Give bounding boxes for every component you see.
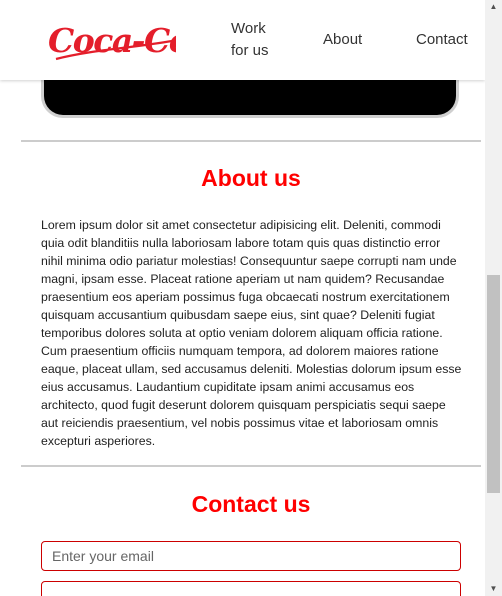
site-header: Coca-Cola Work for us About Contact: [0, 0, 485, 80]
contact-title: Contact us: [191, 491, 311, 517]
nav-work-for-us[interactable]: Work for us: [231, 18, 281, 62]
logo-text: Coca-Cola: [48, 21, 176, 60]
nav-work-line2: for us: [231, 42, 269, 59]
vertical-scrollbar[interactable]: ▲ ▼: [485, 0, 502, 596]
page: Coca-Cola Work for us About Contact Abou…: [0, 0, 485, 596]
nav-work-line1: Work: [231, 20, 266, 37]
scroll-down-arrow-icon[interactable]: ▼: [485, 582, 502, 596]
scroll-up-arrow-icon[interactable]: ▲: [485, 0, 502, 14]
coca-cola-logo[interactable]: Coca-Cola: [46, 10, 176, 68]
section-divider: [21, 465, 481, 467]
contact-field-2[interactable]: [41, 581, 461, 596]
about-title: About us: [201, 165, 301, 191]
scrollbar-thumb[interactable]: [487, 275, 500, 493]
nav-contact[interactable]: Contact: [416, 29, 468, 51]
email-input[interactable]: [41, 541, 461, 571]
section-divider: [21, 140, 481, 142]
about-paragraph: Lorem ipsum dolor sit amet consectetur a…: [41, 218, 462, 448]
nav-about[interactable]: About: [323, 29, 362, 51]
